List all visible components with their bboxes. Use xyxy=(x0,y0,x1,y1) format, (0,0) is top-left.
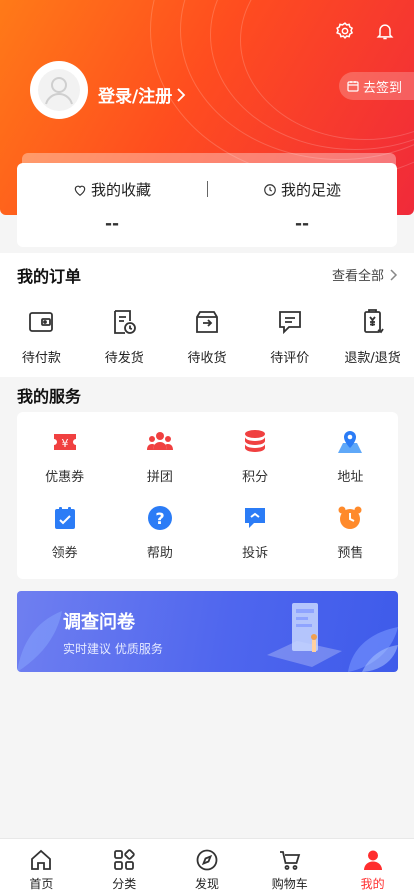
service-label: 帮助 xyxy=(146,546,173,561)
service-label: 投诉 xyxy=(242,546,269,561)
favorites-card: 我的收藏 -- 我的足迹 -- xyxy=(17,163,397,247)
survey-illustration xyxy=(267,603,398,672)
clock-icon xyxy=(264,183,276,196)
survey-banner[interactable]: 调查问卷 实时建议 优质服务 xyxy=(17,591,398,672)
cart-icon xyxy=(248,847,331,873)
box-icon xyxy=(166,305,249,339)
order-label: 待付款 xyxy=(21,351,61,366)
tab-label: 发现 xyxy=(194,877,219,891)
service-coupon[interactable]: ¥ 优惠券 xyxy=(17,426,112,502)
order-label: 待评价 xyxy=(270,351,310,366)
coupon-icon: ¥ xyxy=(17,426,112,458)
svg-text:?: ? xyxy=(155,509,164,528)
coins-icon xyxy=(208,426,303,458)
order-pending-payment[interactable]: 待付款 xyxy=(0,305,83,366)
my-footprint[interactable]: 我的足迹 -- xyxy=(207,163,397,247)
tab-discover[interactable]: 发现 xyxy=(166,839,249,896)
my-orders-section: 我的订单 查看全部 待付款 待发货 待收货 待评价 退款/退货 xyxy=(0,253,414,377)
footprint-value: -- xyxy=(294,214,310,234)
services-title: 我的服务 xyxy=(17,387,82,406)
refund-icon xyxy=(331,305,414,339)
bottom-tab-bar: 首页 分类 发现 购物车 我的 xyxy=(0,838,414,896)
footprint-label: 我的足迹 xyxy=(280,181,341,199)
tab-label: 购物车 xyxy=(271,877,308,891)
banner-title: 调查问卷 xyxy=(63,612,135,633)
order-label: 待收货 xyxy=(187,351,227,366)
gear-icon[interactable] xyxy=(334,20,356,42)
chevron-right-icon xyxy=(390,268,398,281)
service-help[interactable]: ? 帮助 xyxy=(112,502,207,578)
order-pending-review[interactable]: 待评价 xyxy=(248,305,331,366)
comment-icon xyxy=(248,305,331,339)
service-presale[interactable]: 预售 xyxy=(303,502,398,578)
order-label: 待发货 xyxy=(104,351,144,366)
order-label: 退款/退货 xyxy=(344,351,401,366)
my-services-card: ¥ 优惠券 拼团 积分 地址 领券 ? 帮助 投诉 预售 xyxy=(17,412,398,579)
banner-subtitle: 实时建议 优质服务 xyxy=(63,642,163,656)
home-icon xyxy=(0,847,83,873)
login-register-link[interactable]: 登录/注册 xyxy=(98,82,186,107)
tab-label: 我的 xyxy=(360,877,385,891)
see-all-label: 查看全部 xyxy=(331,269,384,284)
calendar-icon xyxy=(347,81,359,92)
my-collection[interactable]: 我的收藏 -- xyxy=(17,163,207,247)
map-pin-icon xyxy=(303,426,398,458)
service-label: 积分 xyxy=(242,470,269,485)
collection-value: -- xyxy=(104,214,120,234)
service-label: 地址 xyxy=(337,470,364,485)
tab-cart[interactable]: 购物车 xyxy=(248,839,331,896)
service-label: 拼团 xyxy=(146,470,173,485)
chevron-right-icon xyxy=(177,87,186,102)
service-label: 领券 xyxy=(51,546,78,561)
category-icon xyxy=(83,847,166,873)
help-icon: ? xyxy=(112,502,207,534)
collection-label: 我的收藏 xyxy=(90,181,151,199)
checkin-label: 去签到 xyxy=(362,80,402,96)
leaf-decoration xyxy=(17,611,62,672)
order-pending-receipt[interactable]: 待收货 xyxy=(166,305,249,366)
checkin-button[interactable]: 去签到 xyxy=(338,72,414,100)
see-all-orders-link[interactable]: 查看全部 xyxy=(332,265,398,284)
svg-text:¥: ¥ xyxy=(61,437,68,450)
tab-mine[interactable]: 我的 xyxy=(331,839,414,896)
order-refund-return[interactable]: 退款/退货 xyxy=(331,305,414,366)
service-address[interactable]: 地址 xyxy=(303,426,398,502)
avatar[interactable] xyxy=(30,61,88,119)
tab-category[interactable]: 分类 xyxy=(83,839,166,896)
orders-title: 我的订单 xyxy=(17,267,82,286)
tab-label: 首页 xyxy=(29,877,54,891)
alarm-clock-icon xyxy=(303,502,398,534)
service-complaint[interactable]: 投诉 xyxy=(208,502,303,578)
user-icon xyxy=(38,69,80,111)
service-label: 优惠券 xyxy=(45,470,85,485)
profile-icon xyxy=(331,847,414,873)
tab-label: 分类 xyxy=(112,877,137,891)
tab-home[interactable]: 首页 xyxy=(0,839,83,896)
order-pending-shipment[interactable]: 待发货 xyxy=(83,305,166,366)
claim-coupon-icon xyxy=(17,502,112,534)
receipt-clock-icon xyxy=(83,305,166,339)
service-group-buy[interactable]: 拼团 xyxy=(112,426,207,502)
service-claim-coupon[interactable]: 领券 xyxy=(17,502,112,578)
service-label: 预售 xyxy=(337,546,364,561)
group-icon xyxy=(112,426,207,458)
login-label: 登录/注册 xyxy=(98,87,173,107)
compass-icon xyxy=(166,847,249,873)
heart-icon xyxy=(74,185,86,196)
bell-icon[interactable] xyxy=(374,20,396,42)
service-points[interactable]: 积分 xyxy=(208,426,303,502)
complaint-icon xyxy=(208,502,303,534)
wallet-icon xyxy=(0,305,83,339)
